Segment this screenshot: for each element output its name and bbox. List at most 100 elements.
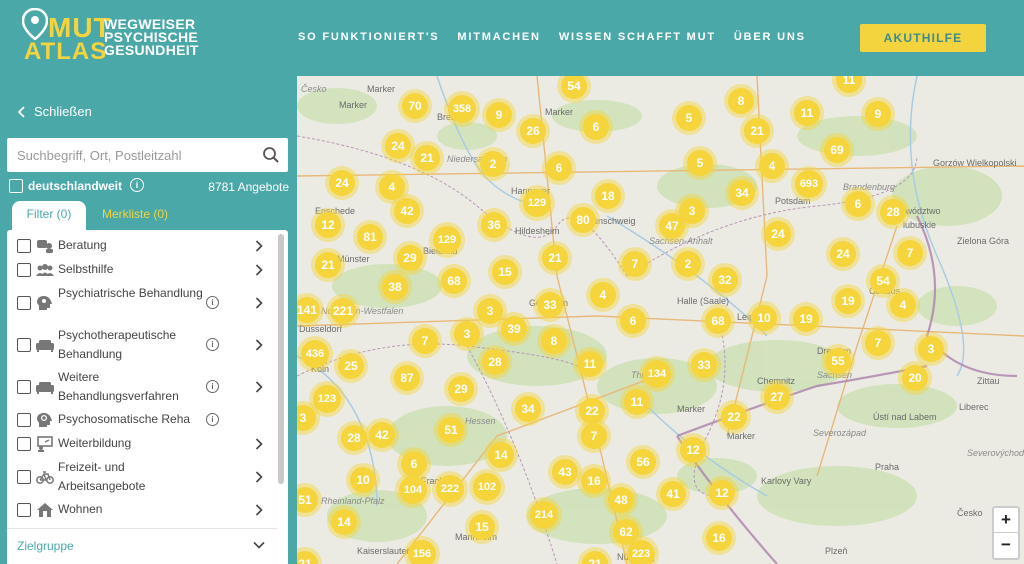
cluster-marker[interactable]: 7 [577,419,611,453]
search-input[interactable] [17,145,257,165]
filter-item-psychiatrische-behandlung[interactable]: Psychiatrische Behandlung i [7,284,277,322]
cluster-marker[interactable]: 6 [616,304,650,338]
cluster-marker[interactable]: 55 [821,344,855,378]
cluster-marker[interactable]: 22 [717,400,751,434]
cluster-marker[interactable]: 12 [311,208,345,242]
cluster-marker[interactable]: 11 [573,347,607,381]
cluster-marker[interactable]: 42 [390,194,424,228]
cluster-marker[interactable]: 7 [893,236,927,270]
cluster-marker[interactable]: 4 [755,149,789,183]
filter-checkbox[interactable] [17,239,31,253]
cluster-marker[interactable]: 19 [831,284,865,318]
filter-checkbox[interactable] [17,470,31,484]
cluster-marker[interactable]: 436 [297,336,333,372]
zoom-out-button[interactable]: − [994,533,1018,558]
cluster-marker[interactable]: 34 [725,176,759,210]
filter-checkbox[interactable] [17,338,31,352]
cluster-marker[interactable]: 21 [740,114,774,148]
cluster-marker[interactable]: 70 [398,89,432,123]
cluster-marker[interactable]: 87 [390,361,424,395]
cluster-marker[interactable]: 68 [701,304,735,338]
cluster-marker[interactable]: 104 [395,472,431,508]
cluster-marker[interactable]: 81 [353,220,387,254]
filter-item-weitere-behandlungsverfahren[interactable]: Weitere Behandlungsverfahren i [7,368,277,406]
cluster-marker[interactable]: 4 [586,278,620,312]
cluster-marker[interactable]: 39 [497,312,531,346]
tab-filter[interactable]: Filter (0) [12,201,86,231]
cluster-marker[interactable]: 28 [876,195,910,229]
cluster-marker[interactable]: 6 [542,151,576,185]
cluster-marker[interactable]: 2 [671,247,705,281]
cluster-marker[interactable]: 6 [579,110,613,144]
cluster-marker[interactable]: 38 [378,270,412,304]
cluster-marker[interactable]: 33 [687,348,721,382]
cluster-marker[interactable]: 24 [325,166,359,200]
cluster-marker[interactable]: 3 [450,317,484,351]
filter-item-freizeit-arbeit[interactable]: Freizeit- und Arbeitsangebote [7,458,277,496]
info-icon[interactable]: i [206,413,219,426]
close-sidebar-link[interactable]: Schließen [18,104,92,119]
cluster-marker[interactable]: 32 [708,263,742,297]
cluster-marker[interactable]: 12 [676,433,710,467]
cluster-marker[interactable]: 21 [538,241,572,275]
cluster-marker[interactable]: 11 [790,96,824,130]
filter-checkbox[interactable] [17,296,31,310]
filter-checkbox[interactable] [17,380,31,394]
cluster-marker[interactable]: 223 [623,536,659,564]
cluster-marker[interactable]: 12 [705,476,739,510]
cluster-marker[interactable]: 5 [683,146,717,180]
cluster-marker[interactable]: 221 [326,294,360,328]
cluster-marker[interactable]: 214 [526,497,562,533]
cluster-marker[interactable]: 10 [346,463,380,497]
filter-item-weiterbildung[interactable]: Weiterbildung [7,434,277,454]
cluster-marker[interactable]: 10 [747,301,781,335]
cluster-marker[interactable]: 25 [334,349,368,383]
filter-item-beratung[interactable]: Beratung [7,236,277,256]
filter-checkbox[interactable] [17,437,31,451]
cluster-marker[interactable]: 33 [533,288,567,322]
nav-ueber-uns[interactable]: ÜBER UNS [734,31,806,43]
cluster-marker[interactable]: 15 [488,255,522,289]
info-icon[interactable]: i [206,296,219,309]
search-icon[interactable] [262,146,280,164]
cluster-marker[interactable]: 24 [761,217,795,251]
cluster-marker[interactable]: 21 [410,141,444,175]
cluster-marker[interactable]: 129 [519,185,555,221]
cluster-marker[interactable]: 6 [841,187,875,221]
cluster-marker[interactable]: 20 [898,361,932,395]
filter-checkbox[interactable] [17,263,31,277]
cluster-marker[interactable]: 41 [656,477,690,511]
cluster-marker[interactable]: 7 [408,324,442,358]
cluster-marker[interactable]: 102 [469,469,505,505]
cluster-marker[interactable]: 36 [477,208,511,242]
cluster-marker[interactable]: 15 [465,510,499,544]
zielgruppe-section[interactable]: Zielgruppe [7,528,277,560]
cluster-marker[interactable]: 18 [591,179,625,213]
cluster-marker[interactable]: 19 [789,302,823,336]
cluster-marker[interactable]: 8 [724,84,758,118]
cluster-marker[interactable]: 693 [791,166,827,202]
cluster-marker[interactable]: 16 [702,521,736,555]
germany-wide-checkbox[interactable] [9,179,23,193]
cluster-marker[interactable]: 48 [604,483,638,517]
cluster-marker[interactable]: 42 [365,418,399,452]
cluster-marker[interactable]: 80 [566,203,600,237]
cluster-marker[interactable]: 129 [429,222,465,258]
cluster-marker[interactable]: 14 [484,438,518,472]
cluster-marker[interactable]: 2 [476,147,510,181]
cluster-marker[interactable]: 4 [886,288,920,322]
tab-merkliste[interactable]: Merkliste (0) [102,201,192,229]
nav-wissen-schafft-mut[interactable]: WISSEN SCHAFFT MUT [559,31,716,43]
cluster-marker[interactable]: 24 [826,237,860,271]
cluster-marker[interactable]: 9 [861,97,895,131]
filter-scrollbar[interactable] [278,234,284,484]
filter-item-wohnen[interactable]: Wohnen [7,500,277,520]
cluster-marker[interactable]: 9 [482,98,516,132]
cluster-marker[interactable]: 26 [516,114,550,148]
map-view[interactable]: Česko Marker Marker Bremen Marker Nieder… [297,76,1024,564]
cluster-marker[interactable]: 156 [404,536,440,564]
cluster-marker[interactable]: 222 [432,471,468,507]
cluster-marker[interactable]: 34 [511,392,545,426]
cluster-marker[interactable]: 14 [327,505,361,539]
filter-item-psychotherapeutische-behandlung[interactable]: Psychotherapeutische Behandlung i [7,326,277,364]
